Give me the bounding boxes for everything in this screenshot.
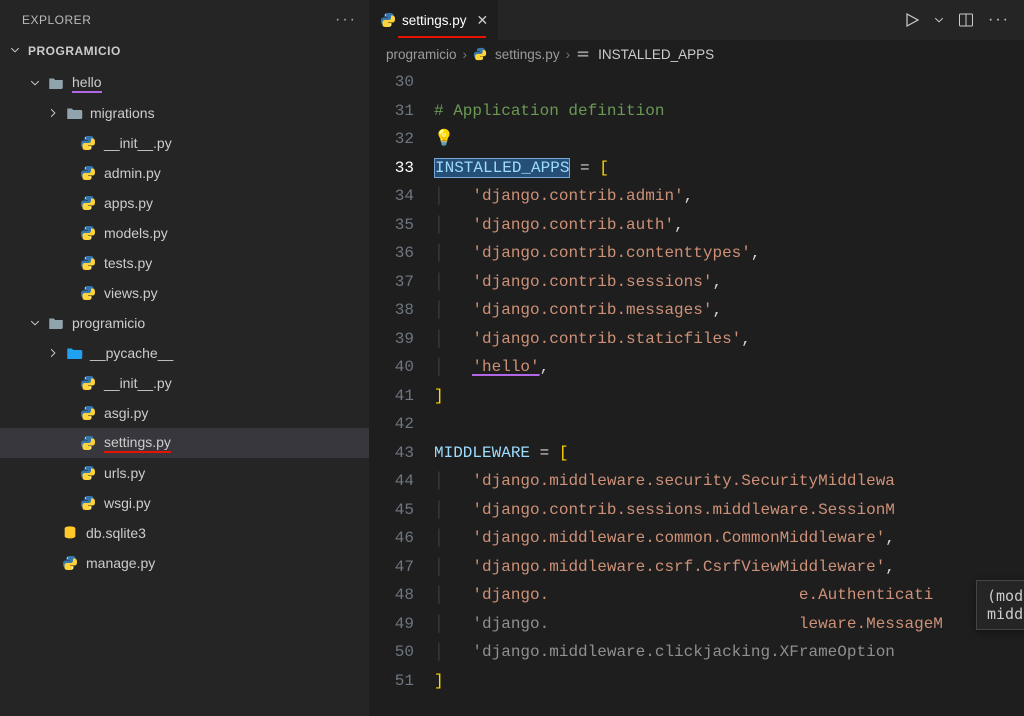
root-folder[interactable]: PROGRAMICIO	[0, 40, 369, 66]
folder-icon	[64, 104, 84, 122]
folder-__pycache__[interactable]: __pycache__	[0, 338, 369, 368]
tooltip-name: middleware	[987, 605, 1024, 623]
py-icon	[78, 495, 98, 511]
py-icon	[60, 555, 80, 571]
breadcrumb-item[interactable]: settings.py	[495, 47, 560, 62]
tab-label: settings.py	[402, 13, 467, 28]
breadcrumb[interactable]: programicio › settings.py › INSTALLED_AP…	[370, 40, 1024, 68]
folder-migrations[interactable]: migrations	[0, 98, 369, 128]
file-label: admin.py	[104, 165, 161, 181]
folder-icon	[46, 314, 66, 332]
py-icon	[78, 465, 98, 481]
file-label: wsgi.py	[104, 495, 151, 511]
close-icon[interactable]: ✕	[477, 12, 489, 29]
editor-actions: ···	[904, 11, 1024, 29]
symbol-icon	[576, 47, 590, 61]
editor-area: settings.py ✕ ··· programicio › settings…	[370, 0, 1024, 716]
py-icon	[78, 375, 98, 391]
chevron-down-icon[interactable]	[934, 15, 944, 25]
folder-icon	[46, 74, 66, 92]
chevron-right-icon	[46, 346, 60, 360]
line-gutter: 3031323334353637383940414243444546474849…	[370, 68, 434, 716]
split-editor-icon[interactable]	[958, 12, 974, 28]
file-label: views.py	[104, 285, 158, 301]
code-lines[interactable]: # Application definition💡INSTALLED_APPS …	[434, 68, 1024, 716]
tab-underline	[398, 36, 486, 38]
file-label: __init__.py	[104, 375, 172, 391]
python-icon	[380, 12, 396, 28]
py-icon	[78, 285, 98, 301]
file-label: db.sqlite3	[86, 525, 146, 541]
file-__init__.py[interactable]: __init__.py	[0, 128, 369, 158]
py-icon	[78, 195, 98, 211]
file-__init__.py[interactable]: __init__.py	[0, 368, 369, 398]
file-tests.py[interactable]: tests.py	[0, 248, 369, 278]
chevron-right-icon: ›	[463, 47, 468, 62]
file-urls.py[interactable]: urls.py	[0, 458, 369, 488]
py-icon	[78, 405, 98, 421]
file-models.py[interactable]: models.py	[0, 218, 369, 248]
file-label: models.py	[104, 225, 168, 241]
folder-hello[interactable]: hello	[0, 68, 369, 98]
breadcrumb-item[interactable]: INSTALLED_APPS	[598, 47, 714, 62]
chevron-down-icon	[10, 44, 24, 58]
py-icon	[78, 255, 98, 271]
file-label: manage.py	[86, 555, 155, 571]
pyfolder-icon	[64, 344, 84, 362]
tab-bar: settings.py ✕ ···	[370, 0, 1024, 40]
file-manage.py[interactable]: manage.py	[0, 548, 369, 578]
file-label: __init__.py	[104, 135, 172, 151]
tooltip-kind: (module)	[987, 587, 1024, 605]
file-asgi.py[interactable]: asgi.py	[0, 398, 369, 428]
more-icon[interactable]: ···	[988, 11, 1010, 29]
file-label: tests.py	[104, 255, 152, 271]
db-icon	[60, 525, 80, 541]
py-icon	[78, 165, 98, 181]
file-settings.py[interactable]: settings.py	[0, 428, 369, 458]
py-icon	[78, 435, 98, 451]
hover-tooltip: (module) middleware	[976, 580, 1024, 630]
file-views.py[interactable]: views.py	[0, 278, 369, 308]
run-icon[interactable]	[904, 12, 920, 28]
file-label: programicio	[72, 315, 145, 331]
file-db.sqlite3[interactable]: db.sqlite3	[0, 518, 369, 548]
chevron-down-icon	[28, 76, 42, 90]
file-label: __pycache__	[90, 345, 173, 361]
explorer-more-icon[interactable]: ···	[335, 11, 357, 29]
file-label: migrations	[90, 105, 155, 121]
chevron-right-icon: ›	[566, 47, 571, 62]
file-label: apps.py	[104, 195, 153, 211]
chevron-right-icon	[46, 106, 60, 120]
file-wsgi.py[interactable]: wsgi.py	[0, 488, 369, 518]
breadcrumb-item[interactable]: programicio	[386, 47, 457, 62]
explorer-header: EXPLORER ···	[0, 0, 369, 40]
tab-settings[interactable]: settings.py ✕	[370, 0, 499, 40]
file-admin.py[interactable]: admin.py	[0, 158, 369, 188]
file-label: urls.py	[104, 465, 145, 481]
explorer-title: EXPLORER	[22, 13, 91, 27]
root-folder-label: PROGRAMICIO	[28, 44, 121, 58]
file-label: hello	[72, 74, 102, 93]
code-editor[interactable]: 3031323334353637383940414243444546474849…	[370, 68, 1024, 716]
folder-programicio[interactable]: programicio	[0, 308, 369, 338]
file-label: asgi.py	[104, 405, 148, 421]
file-tree: hello migrations __init__.py admin.py apps.p…	[0, 66, 369, 716]
explorer-sidebar: EXPLORER ··· PROGRAMICIO hello migrations…	[0, 0, 370, 716]
file-label: settings.py	[104, 434, 171, 453]
py-icon	[78, 225, 98, 241]
file-apps.py[interactable]: apps.py	[0, 188, 369, 218]
chevron-down-icon	[28, 316, 42, 330]
py-icon	[78, 135, 98, 151]
python-icon	[473, 47, 487, 61]
